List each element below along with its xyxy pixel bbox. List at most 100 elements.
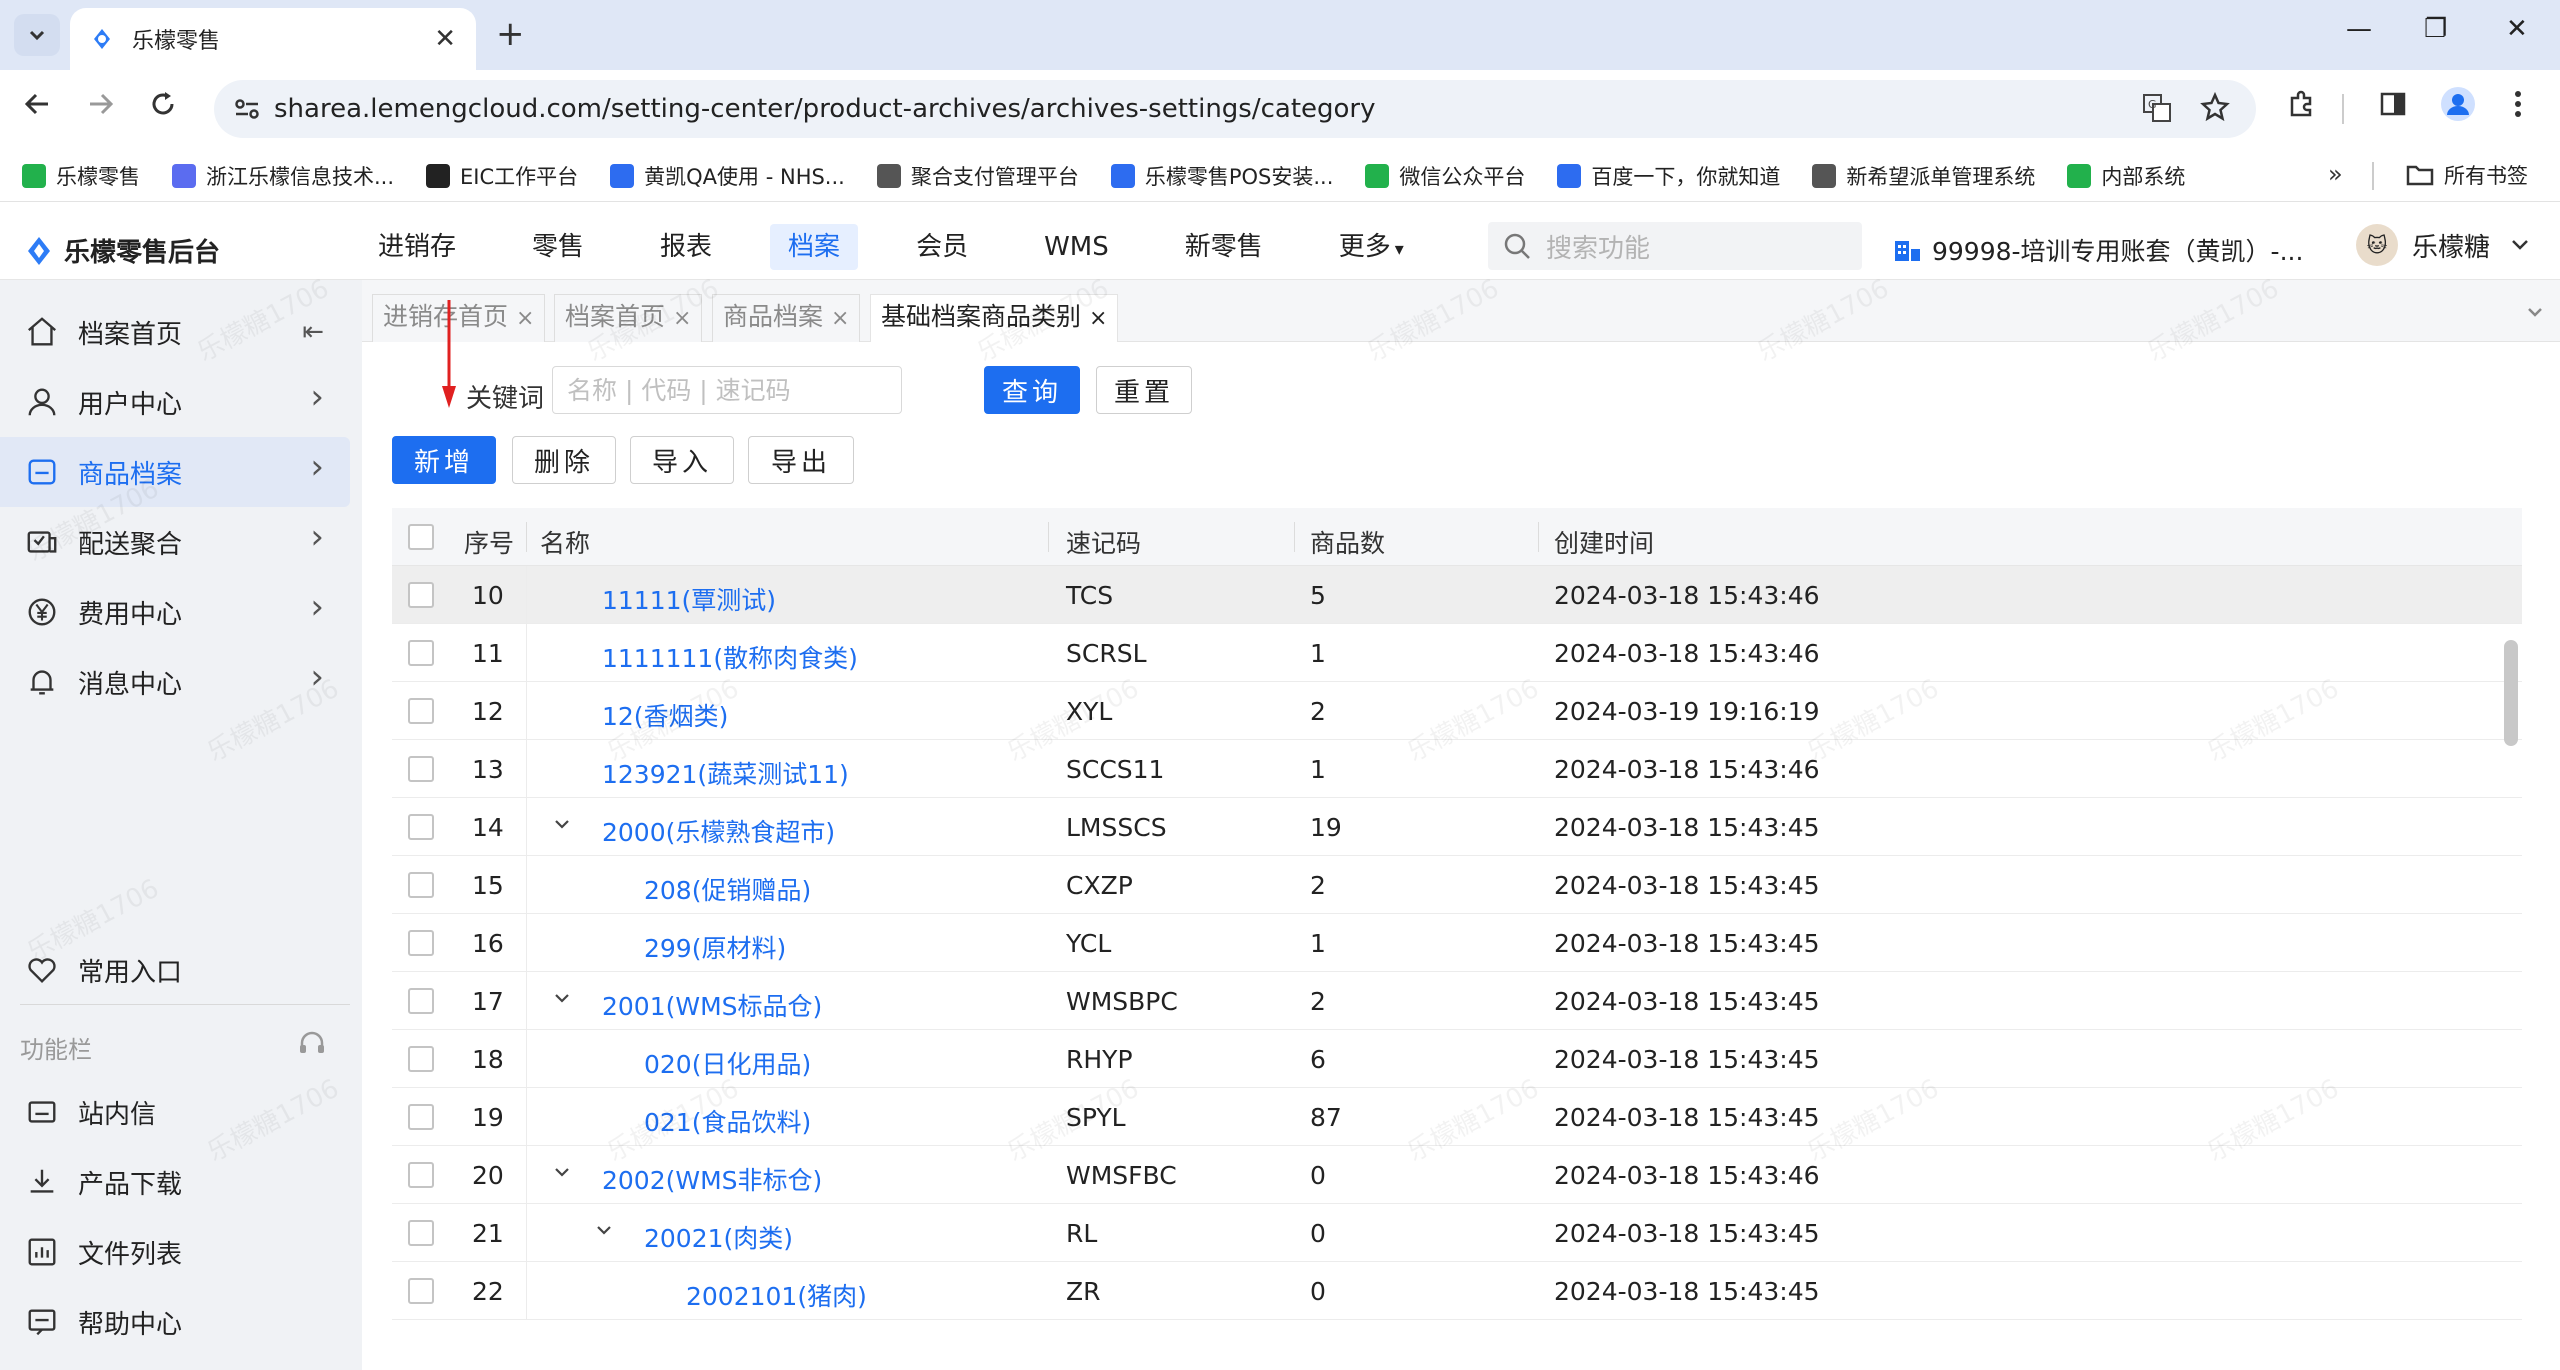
- row-checkbox[interactable]: [408, 1220, 434, 1246]
- close-tab-icon[interactable]: ✕: [434, 24, 456, 54]
- table-row[interactable]: 13 123921(蔬菜测试11) SCCS11 1 2024-03-18 15:43:…: [392, 740, 2522, 798]
- top-nav-item[interactable]: 档案: [770, 224, 859, 270]
- category-name-link[interactable]: 021(食品饮料): [644, 1103, 811, 1139]
- restore-icon[interactable]: ❐: [2424, 14, 2447, 44]
- row-checkbox[interactable]: [408, 1104, 434, 1130]
- table-row[interactable]: 15 208(促销赠品) CXZP 2 2024-03-18 15:43:45: [392, 856, 2522, 914]
- bookmark-item[interactable]: EIC工作平台: [426, 161, 578, 191]
- bookmark-item[interactable]: 微信公众平台: [1365, 161, 1525, 191]
- category-name-link[interactable]: 11111(覃测试): [602, 581, 776, 617]
- table-row[interactable]: 20 2002(WMS非标仓) WMSFBC 0 2024-03-18 15:43:46: [392, 1146, 2522, 1204]
- bookmark-item[interactable]: 乐檬零售: [22, 161, 140, 191]
- favorites-entry[interactable]: 常用入口: [0, 935, 350, 1005]
- row-checkbox[interactable]: [408, 814, 434, 840]
- category-name-link[interactable]: 20021(肉类): [644, 1219, 793, 1255]
- category-name-link[interactable]: 2001(WMS标品仓): [602, 987, 822, 1023]
- row-checkbox[interactable]: [408, 1162, 434, 1188]
- extensions-icon[interactable]: [2286, 88, 2316, 128]
- all-bookmarks[interactable]: 所有书签: [2406, 160, 2528, 190]
- new-tab-button[interactable]: +: [496, 16, 525, 52]
- forward-arrow-icon[interactable]: [86, 88, 116, 128]
- bookmark-star-icon[interactable]: [2200, 91, 2230, 129]
- sidebar-item[interactable]: 费用中心 ›: [0, 577, 350, 647]
- export-button[interactable]: 导出: [748, 436, 854, 484]
- app-logo[interactable]: 乐檬零售后台: [24, 232, 220, 269]
- headset-icon[interactable]: [296, 1028, 328, 1066]
- reset-button[interactable]: 重置: [1096, 366, 1192, 414]
- expand-toggle-icon[interactable]: [552, 988, 572, 1013]
- more-menu-icon[interactable]: [2512, 88, 2524, 128]
- bookmark-item[interactable]: 乐檬零售POS安装...: [1110, 161, 1333, 191]
- sidebar-tool-item[interactable]: 产品下载: [0, 1147, 350, 1217]
- table-row[interactable]: 21 20021(肉类) RL 0 2024-03-18 15:43:45: [392, 1204, 2522, 1262]
- sidebar-tool-item[interactable]: 帮助中心: [0, 1287, 350, 1357]
- sidebar-item[interactable]: 配送聚合 ›: [0, 507, 350, 577]
- sidebar-item[interactable]: 档案首页 ⇤: [0, 297, 350, 367]
- table-row[interactable]: 16 299(原材料) YCL 1 2024-03-18 15:43:45: [392, 914, 2522, 972]
- row-checkbox[interactable]: [408, 1046, 434, 1072]
- page-tab[interactable]: 进销存首页 ×: [372, 294, 546, 342]
- translate-icon[interactable]: G: [2142, 93, 2172, 130]
- tab-search-button[interactable]: [14, 14, 60, 56]
- close-page-tab-icon[interactable]: ×: [1089, 306, 1107, 331]
- top-nav-item[interactable]: 更多 ▾: [1321, 224, 1422, 270]
- category-name-link[interactable]: 2002(WMS非标仓): [602, 1161, 822, 1197]
- keyword-input[interactable]: [552, 366, 902, 414]
- row-checkbox[interactable]: [408, 988, 434, 1014]
- table-row[interactable]: 12 12(香烟类) XYL 2 2024-03-19 19:16:19: [392, 682, 2522, 740]
- row-checkbox[interactable]: [408, 640, 434, 666]
- table-row[interactable]: 19 021(食品饮料) SPYL 87 2024-03-18 15:43:45: [392, 1088, 2522, 1146]
- bookmark-item[interactable]: 百度一下，你就知道: [1557, 161, 1780, 191]
- table-scrollbar[interactable]: [2504, 640, 2518, 746]
- category-name-link[interactable]: 12(香烟类): [602, 697, 728, 733]
- top-nav-item[interactable]: WMS: [1026, 224, 1127, 270]
- sidebar-item[interactable]: 商品档案 ›: [0, 437, 350, 507]
- delete-button[interactable]: 删除: [512, 436, 616, 484]
- query-button[interactable]: 查询: [984, 366, 1080, 414]
- bookmark-item[interactable]: 新希望派单管理系统: [1812, 161, 2035, 191]
- table-row[interactable]: 14 2000(乐檬熟食超市) LMSSCS 19 2024-03-18 15:43:4…: [392, 798, 2522, 856]
- add-button[interactable]: 新增: [392, 436, 496, 484]
- top-nav-item[interactable]: 报表: [642, 224, 730, 270]
- page-tab[interactable]: 档案首页 ×: [554, 294, 703, 342]
- more-bookmarks-icon[interactable]: »: [2328, 160, 2343, 188]
- expand-toggle-icon[interactable]: [552, 814, 572, 839]
- bookmark-item[interactable]: 内部系统: [2067, 161, 2185, 191]
- close-window-icon[interactable]: ✕: [2506, 14, 2528, 44]
- sidebar-item[interactable]: 用户中心 ›: [0, 367, 350, 437]
- table-row[interactable]: 10 11111(覃测试) TCS 5 2024-03-18 15:43:46: [392, 566, 2522, 624]
- category-name-link[interactable]: 2000(乐檬熟食超市): [602, 813, 835, 849]
- back-arrow-icon[interactable]: [22, 88, 52, 128]
- user-menu[interactable]: 🐱 乐檬糖: [2356, 224, 2532, 266]
- category-name-link[interactable]: 208(促销赠品): [644, 871, 811, 907]
- close-page-tab-icon[interactable]: ×: [831, 306, 849, 331]
- close-page-tab-icon[interactable]: ×: [673, 306, 691, 331]
- top-nav-item[interactable]: 零售: [514, 224, 602, 270]
- top-nav-item[interactable]: 会员: [898, 224, 986, 270]
- page-tab[interactable]: 基础档案商品类别 ×: [870, 294, 1119, 342]
- row-checkbox[interactable]: [408, 756, 434, 782]
- reload-icon[interactable]: [148, 88, 178, 128]
- category-name-link[interactable]: 020(日化用品): [644, 1045, 811, 1081]
- expand-toggle-icon[interactable]: [552, 1162, 572, 1187]
- sidebar-tool-item[interactable]: 文件列表: [0, 1217, 350, 1287]
- address-bar[interactable]: sharea.lemengcloud.com/setting-center/pr…: [214, 80, 2256, 138]
- bookmark-item[interactable]: 聚合支付管理平台: [876, 161, 1079, 191]
- expand-toggle-icon[interactable]: [594, 1220, 614, 1245]
- page-tab[interactable]: 商品档案 ×: [712, 294, 861, 342]
- sidebar-item[interactable]: 消息中心 ›: [0, 647, 350, 717]
- row-checkbox[interactable]: [408, 1278, 434, 1304]
- import-button[interactable]: 导入: [630, 436, 734, 484]
- row-checkbox[interactable]: [408, 930, 434, 956]
- close-page-tab-icon[interactable]: ×: [516, 306, 534, 331]
- row-checkbox[interactable]: [408, 698, 434, 724]
- side-panel-icon[interactable]: [2378, 88, 2408, 128]
- table-row[interactable]: 11 1111111(散称肉食类) SCRSL 1 2024-03-18 15:43:4…: [392, 624, 2522, 682]
- collapse-sidebar-icon[interactable]: ⇤: [302, 317, 324, 347]
- top-nav-item[interactable]: 新零售: [1167, 224, 1281, 270]
- row-checkbox[interactable]: [408, 872, 434, 898]
- function-search-input[interactable]: 搜索功能: [1488, 222, 1862, 270]
- category-name-link[interactable]: 299(原材料): [644, 929, 786, 965]
- table-row[interactable]: 18 020(日化用品) RHYP 6 2024-03-18 15:43:45: [392, 1030, 2522, 1088]
- profile-avatar-icon[interactable]: [2440, 86, 2476, 131]
